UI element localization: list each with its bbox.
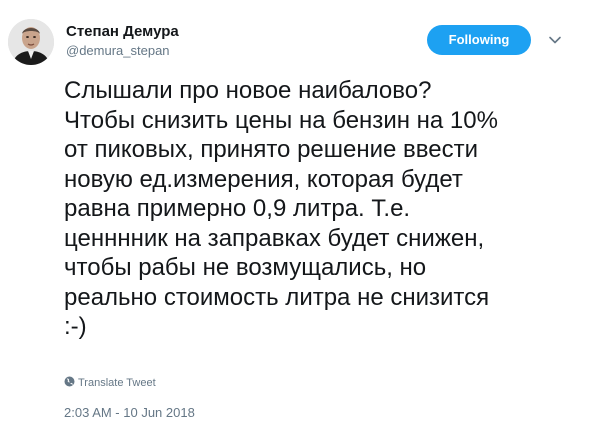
translate-tweet-link[interactable]: Translate Tweet xyxy=(64,376,156,389)
author-handle[interactable]: @demura_stepan xyxy=(66,43,170,58)
globe-icon xyxy=(64,376,75,387)
chevron-down-icon[interactable] xyxy=(548,33,562,47)
tweet-text: Слышали про новое наибалово? Чтобы снизи… xyxy=(64,77,498,340)
translate-tweet-label: Translate Tweet xyxy=(78,377,156,389)
tweet-timestamp[interactable]: 2:03 AM - 10 Jun 2018 xyxy=(64,405,195,420)
tweet-card: Степан Демура @demura_stepan Following С… xyxy=(0,0,591,431)
avatar[interactable] xyxy=(8,19,54,65)
author-name[interactable]: Степан Демура xyxy=(66,23,179,40)
following-button[interactable]: Following xyxy=(427,25,531,55)
